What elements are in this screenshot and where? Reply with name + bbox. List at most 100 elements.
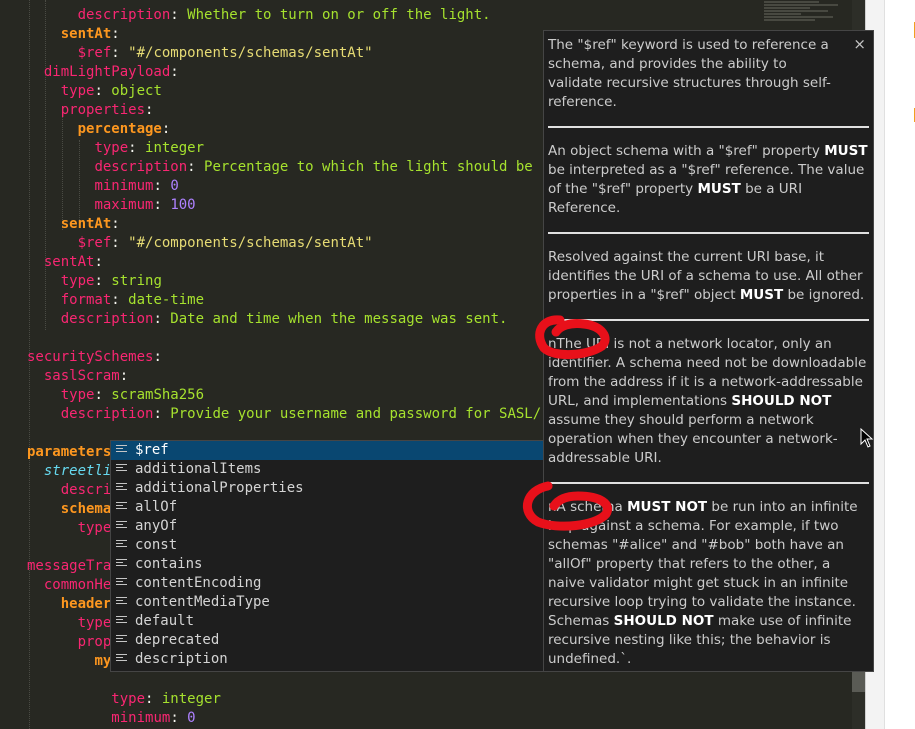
code-token: $ref xyxy=(77,45,112,61)
code-line[interactable]: description: Date and time when the mess… xyxy=(27,310,508,329)
suggestion-item[interactable]: additionalProperties xyxy=(111,479,543,498)
code-line[interactable]: $ref: "#/components/schemas/sentAt" xyxy=(27,44,373,63)
code-line[interactable]: schema xyxy=(27,500,112,519)
code-token: : xyxy=(153,406,171,422)
code-line[interactable]: description: Percentage to which the lig… xyxy=(27,158,533,177)
code-line[interactable]: type xyxy=(27,519,112,538)
suggestion-item[interactable]: deprecated xyxy=(111,631,543,650)
text-lines-icon xyxy=(116,654,127,664)
code-token: description xyxy=(77,7,171,23)
doc-text: An object schema with a "$ref" property xyxy=(548,143,825,159)
code-line[interactable]: maximum: 100 xyxy=(27,196,195,215)
code-line[interactable]: saslScram: xyxy=(27,367,128,386)
side-panel-content xyxy=(884,0,915,729)
code-line[interactable]: properties: xyxy=(27,101,154,120)
code-token: sentAt xyxy=(60,216,112,232)
code-token: : xyxy=(111,235,129,251)
suggestion-label: additionalItems xyxy=(135,461,262,477)
code-line[interactable]: sentAt: xyxy=(27,253,103,272)
code-token: commonHe xyxy=(43,577,112,593)
doc-text: nA schema xyxy=(548,499,628,515)
text-lines-icon xyxy=(116,635,127,645)
scrollbar-thumb[interactable] xyxy=(852,672,865,692)
documentation-popup: × The "$ref" keyword is used to referenc… xyxy=(543,30,874,672)
code-line[interactable]: type: integer xyxy=(27,690,221,709)
close-icon[interactable]: × xyxy=(853,35,866,54)
autocomplete-widget[interactable]: $ref additionalItems additionalProperties a… xyxy=(110,440,544,672)
code-token: : xyxy=(170,710,188,726)
code-line[interactable]: type: scramSha256 xyxy=(27,386,204,405)
code-token: type xyxy=(94,140,129,156)
doc-emphasis: SHOULD NOT xyxy=(731,393,832,409)
code-token: parameters xyxy=(27,444,112,460)
code-line[interactable]: messageTra xyxy=(27,557,111,576)
code-token: : xyxy=(94,254,103,270)
suggestion-item[interactable]: additionalItems xyxy=(111,460,543,479)
code-line[interactable]: percentage: xyxy=(27,120,171,139)
suggestion-item[interactable]: allOf xyxy=(111,498,543,517)
code-line[interactable]: $ref: "#/components/schemas/sentAt" xyxy=(27,234,373,253)
code-line[interactable]: parameters xyxy=(27,443,111,462)
code-line[interactable]: description: Provide your username and p… xyxy=(27,405,541,424)
code-line[interactable]: minimum: 0 xyxy=(27,177,178,196)
code-line[interactable]: dimLightPayload: xyxy=(27,63,179,82)
code-token: Whether to turn on or off the light. xyxy=(187,7,491,23)
code-token: header xyxy=(60,596,112,612)
code-line[interactable]: prop xyxy=(27,633,112,652)
code-line[interactable]: securitySchemes: xyxy=(27,348,162,367)
code-line[interactable]: streetli xyxy=(27,462,111,481)
code-line[interactable]: description: Whether to turn on or off t… xyxy=(27,6,491,25)
code-line[interactable]: sentAt: xyxy=(27,25,120,44)
code-line[interactable]: minimum: 0 xyxy=(27,709,195,728)
code-line[interactable]: type: object xyxy=(27,82,162,101)
suggestion-item[interactable]: contentMediaType xyxy=(111,593,543,612)
code-token: string xyxy=(111,273,162,289)
code-line[interactable]: commonHe xyxy=(27,576,111,595)
suggestion-item[interactable]: default xyxy=(111,612,543,631)
text-lines-icon xyxy=(116,540,127,550)
suggestion-item[interactable]: const xyxy=(111,536,543,555)
code-line[interactable]: sentAt: xyxy=(27,215,120,234)
suggestion-item[interactable]: contains xyxy=(111,555,543,574)
code-line[interactable]: type: string xyxy=(27,272,162,291)
suggestion-item[interactable]: $ref xyxy=(111,441,543,460)
code-line[interactable]: header xyxy=(27,595,112,614)
code-token: dimLightPayload xyxy=(43,64,171,80)
doc-emphasis: MUST NOT xyxy=(627,499,708,515)
code-token: integer xyxy=(161,691,221,707)
code-line[interactable]: descri xyxy=(27,481,112,500)
code-line[interactable]: my xyxy=(27,652,111,671)
suggestion-item[interactable]: anyOf xyxy=(111,517,543,536)
code-token: description xyxy=(60,311,154,327)
suggestion-label: allOf xyxy=(135,499,178,515)
code-token: saslScram xyxy=(43,368,120,384)
code-line[interactable]: format: date-time xyxy=(27,291,204,310)
code-line[interactable]: type: integer xyxy=(27,139,204,158)
code-line[interactable]: type xyxy=(27,614,112,633)
code-token: type xyxy=(60,83,95,99)
suggestion-item[interactable]: description xyxy=(111,650,543,669)
text-lines-icon xyxy=(116,445,127,455)
doc-paragraph: An object schema with a "$ref" property … xyxy=(548,142,869,218)
code-token: object xyxy=(111,83,162,99)
doc-emphasis: MUST xyxy=(697,181,741,197)
code-token: "#/components/schemas/sentAt" xyxy=(128,235,373,251)
minimap[interactable] xyxy=(760,0,852,30)
doc-divider xyxy=(548,232,869,234)
doc-text: assume they should perform a network ope… xyxy=(548,412,838,466)
code-token: date-time xyxy=(128,292,205,308)
doc-paragraph: Resolved against the current URI base, i… xyxy=(548,248,869,305)
text-lines-icon xyxy=(116,578,127,588)
code-token: Percentage to which the light should be xyxy=(204,159,533,175)
suggestion-item[interactable]: contentEncoding xyxy=(111,574,543,593)
